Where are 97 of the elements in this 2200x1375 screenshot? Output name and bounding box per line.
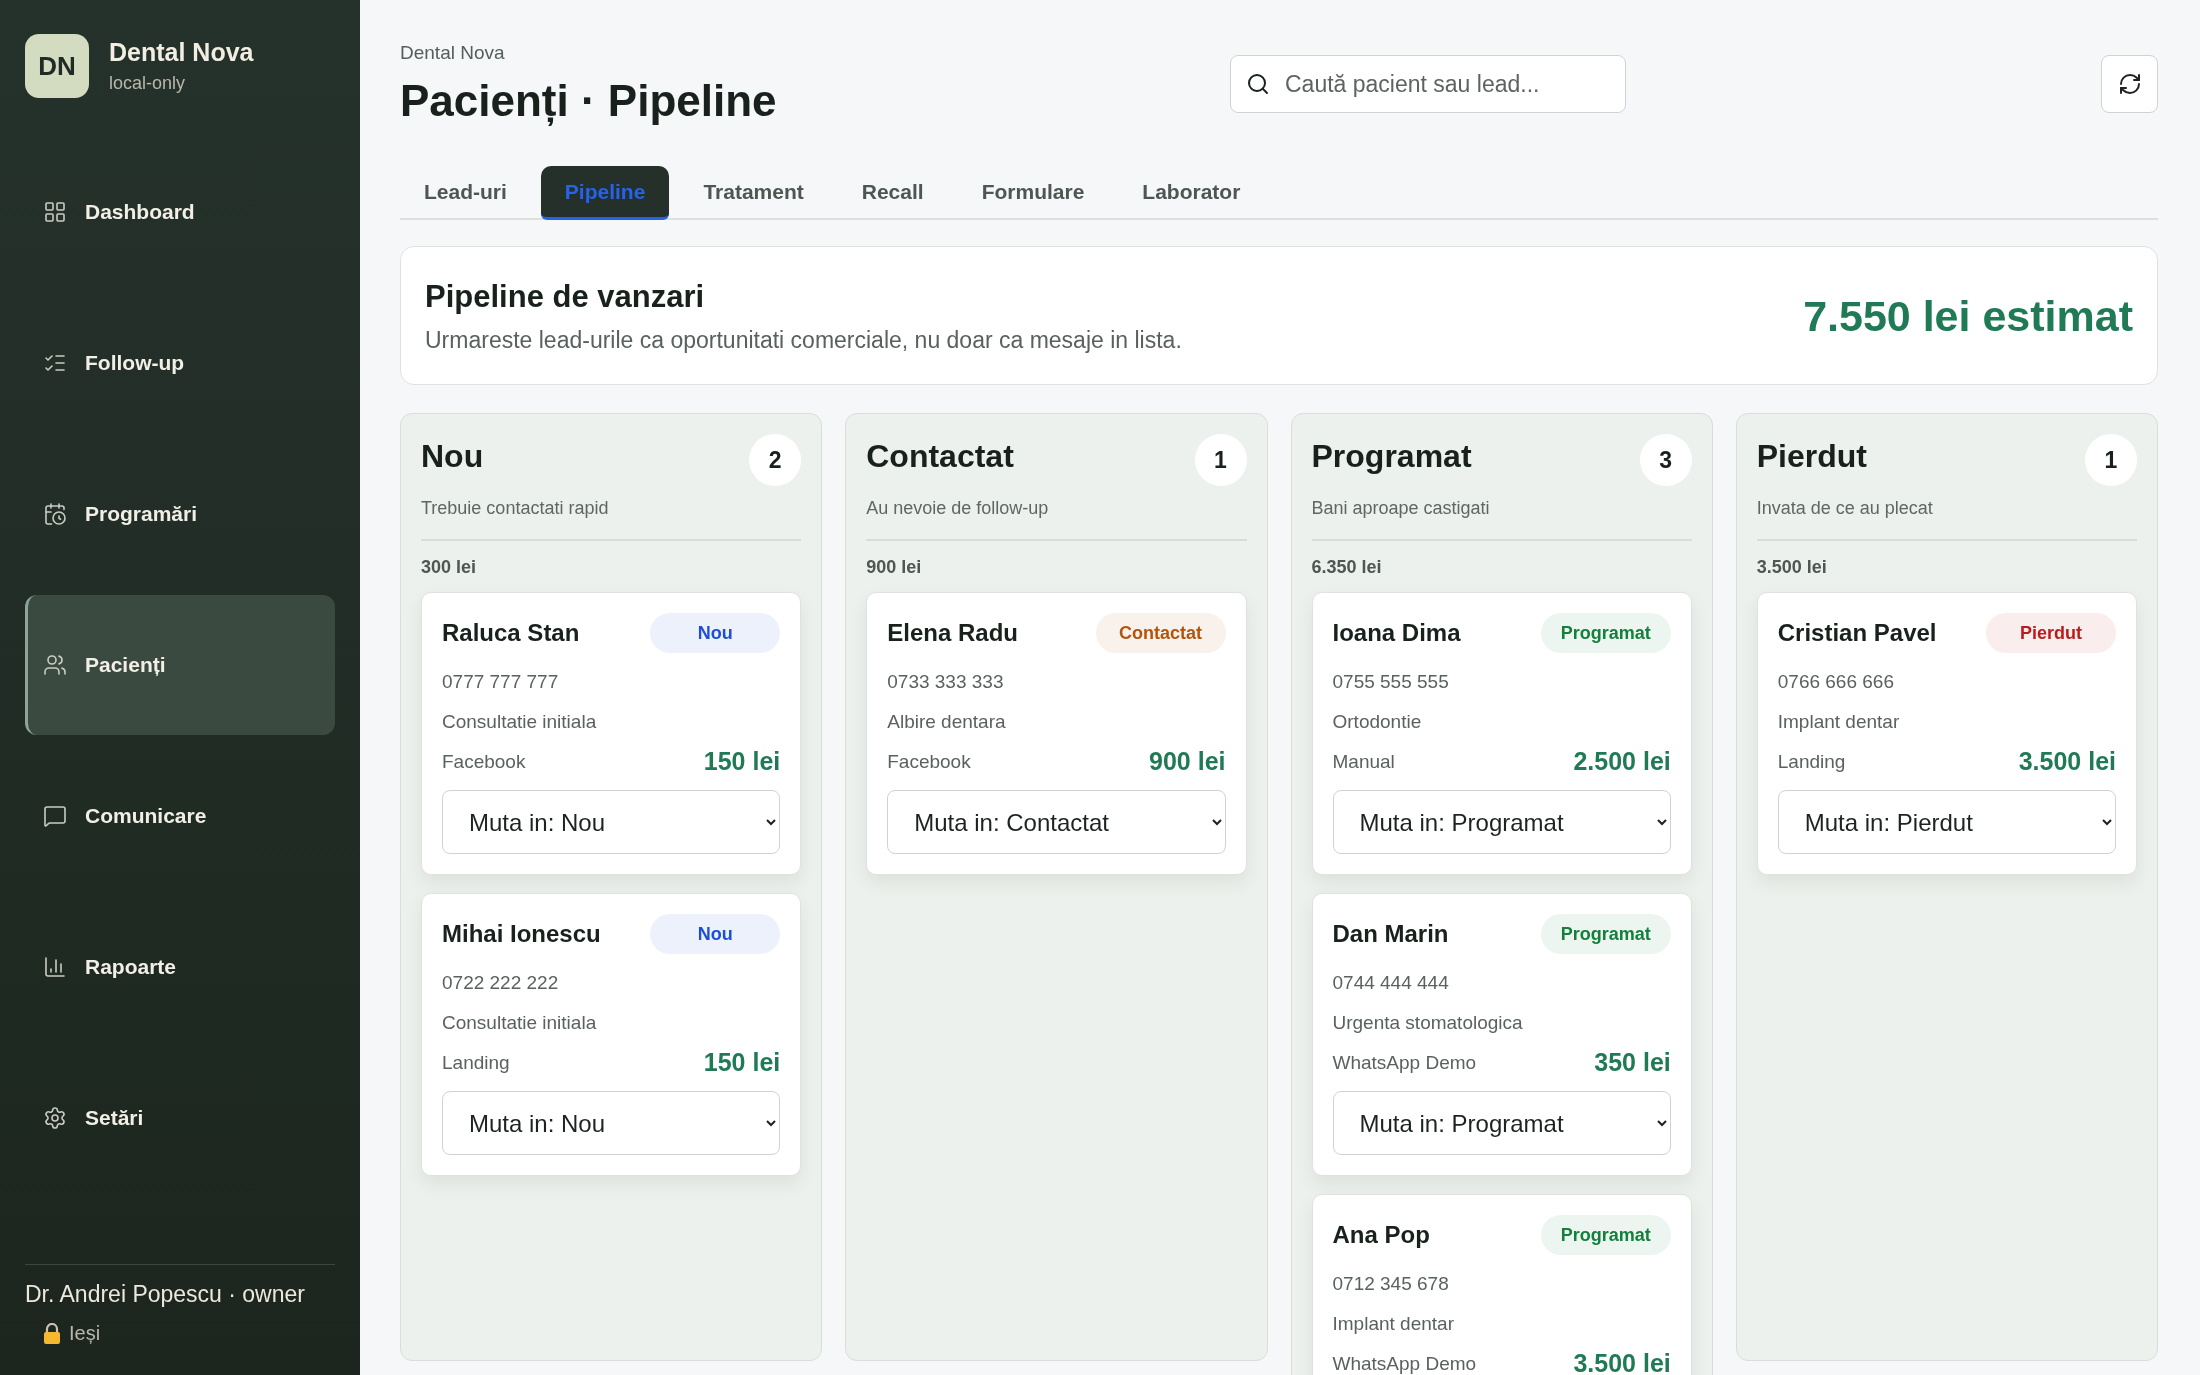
lead-amount: 150 lei: [703, 1048, 781, 1077]
page-title: Pacienți · Pipeline: [400, 76, 778, 126]
refresh-button[interactable]: [2101, 55, 2158, 113]
lead-amount: 3.500 lei: [1573, 1349, 1671, 1375]
column-subtitle: Bani aproape castigati: [1311, 498, 1692, 541]
lead-amount: 3.500 lei: [2018, 747, 2116, 776]
stage-select[interactable]: Muta in: Contactat: [887, 790, 1226, 854]
service-name: Ortodontie: [1332, 711, 1423, 733]
column-subtitle: Trebuie contactati rapid: [421, 498, 802, 541]
summary-title: Pipeline de vanzari: [425, 279, 706, 315]
lead-source: Manual: [1332, 750, 1395, 773]
stage-badge: Programat: [1540, 914, 1671, 954]
lead-name: Mihai Ionescu: [442, 920, 601, 948]
sidebar-item[interactable]: Rapoarte: [25, 897, 335, 1037]
stage-badge: Programat: [1540, 613, 1671, 653]
phone-number: 0712 345 678: [1332, 1273, 1450, 1295]
settings-icon: [43, 1106, 67, 1130]
sidebar-item[interactable]: Pacienți: [25, 595, 335, 735]
phone-number: 0744 444 444: [1332, 972, 1450, 994]
lead-source: WhatsApp Demo: [1332, 1352, 1477, 1375]
lead-source: WhatsApp Demo: [1332, 1051, 1477, 1074]
sidebar-item[interactable]: Setări: [25, 1048, 335, 1188]
lead-name: Dan Marin: [1332, 920, 1449, 948]
stage-select[interactable]: Muta in: Pierdut: [1777, 790, 2116, 854]
sidebar-item[interactable]: Programări: [25, 444, 335, 584]
column-subtitle: Au nevoie de follow-up: [866, 498, 1247, 541]
service-name: Implant dentar: [1777, 711, 1901, 733]
count-badge: 1: [1194, 434, 1247, 486]
search-icon: [1246, 72, 1270, 96]
service-name: Consultatie initiala: [442, 711, 598, 733]
phone-number: 0766 666 666: [1777, 671, 1895, 693]
column-total: 300 lei: [421, 557, 478, 578]
lead-source: Facebook: [442, 750, 526, 773]
chat-icon: [43, 804, 67, 828]
column-title: Pierdut: [1756, 438, 1867, 475]
tab[interactable]: Formulare: [957, 166, 1109, 220]
lead-name: Ana Pop: [1332, 1221, 1430, 1249]
column-total: 900 lei: [866, 557, 923, 578]
lead-source: Facebook: [887, 750, 971, 773]
lead-amount: 2.500 lei: [1573, 747, 1671, 776]
lead-amount: 350 lei: [1594, 1048, 1671, 1077]
stage-select[interactable]: Muta in: Nou: [442, 1091, 781, 1155]
stage-badge: Contactat: [1095, 613, 1226, 653]
stage-select[interactable]: Muta in: Programat: [1332, 790, 1671, 854]
stage-badge: Nou: [650, 914, 781, 954]
column-subtitle: Invata de ce au plecat: [1756, 498, 2137, 541]
bar-chart-icon: [43, 955, 67, 979]
sidebar-item[interactable]: Comunicare: [25, 746, 335, 886]
service-name: Urgenta stomatologica: [1332, 1012, 1524, 1034]
stage-badge: Pierdut: [1986, 613, 2116, 653]
stage-select[interactable]: Muta in: Nou: [442, 790, 781, 854]
tab[interactable]: Recall: [837, 166, 948, 220]
phone-number: 0777 777 777: [442, 671, 560, 693]
column-total: 3.500 lei: [1756, 557, 1828, 578]
count-badge: 1: [2085, 434, 2137, 486]
phone-number: 0722 222 222: [442, 972, 560, 994]
tab[interactable]: Laborator: [1118, 166, 1265, 220]
count-badge: 2: [749, 434, 802, 486]
user-name: Dr. Andrei Popescu · owner: [25, 1281, 306, 1308]
service-name: Consultatie initiala: [442, 1012, 598, 1034]
tab[interactable]: Tratament: [679, 166, 828, 220]
phone-number: 0733 333 333: [887, 671, 1005, 693]
lead-name: Cristian Pavel: [1777, 619, 1937, 647]
column-title: Programat: [1311, 438, 1472, 475]
column-title: Nou: [421, 438, 484, 475]
stage-badge: Nou: [650, 613, 781, 653]
logout-link[interactable]: Ieși: [25, 1322, 335, 1345]
stage-badge: Programat: [1540, 1215, 1671, 1255]
brand-name: Dental Nova: [109, 38, 254, 67]
service-name: Implant dentar: [1332, 1313, 1455, 1335]
column-title: Contactat: [866, 438, 1014, 475]
users-icon: [43, 653, 67, 677]
service-name: Albire dentara: [887, 711, 1007, 733]
count-badge: 3: [1639, 434, 1692, 486]
lead-source: Landing: [442, 1051, 510, 1074]
search-field[interactable]: Caută pacient sau lead...: [1230, 55, 1626, 113]
logo: DN: [25, 34, 89, 98]
phone-number: 0755 555 555: [1332, 671, 1450, 693]
lock-icon: [43, 1322, 61, 1345]
brand-subtitle: local-only: [109, 73, 187, 94]
lead-source: Landing: [1777, 750, 1846, 773]
column-total: 6.350 lei: [1311, 557, 1383, 578]
estimate-total: 7.550 lei estimat: [1803, 292, 2133, 341]
sidebar-item[interactable]: Follow-up: [25, 293, 335, 433]
dashboard-icon: [43, 200, 67, 224]
stage-select[interactable]: Muta in: Programat: [1332, 1091, 1671, 1155]
lead-name: Elena Radu: [887, 619, 1018, 647]
lead-amount: 150 lei: [703, 747, 781, 776]
summary-description: Urmareste lead-urile ca oportunitati comerciale, nu doar ca mesaje in lista.: [425, 327, 1182, 354]
lead-name: Ioana Dima: [1332, 619, 1461, 647]
lead-name: Raluca Stan: [442, 619, 580, 647]
tab[interactable]: Lead-uri: [400, 166, 531, 220]
lead-amount: 900 lei: [1149, 747, 1226, 776]
breadcrumb: Dental Nova: [400, 42, 506, 64]
sidebar-item[interactable]: Dashboard: [25, 142, 335, 282]
calendar-icon: [43, 502, 67, 526]
refresh-icon: [2117, 72, 2142, 96]
